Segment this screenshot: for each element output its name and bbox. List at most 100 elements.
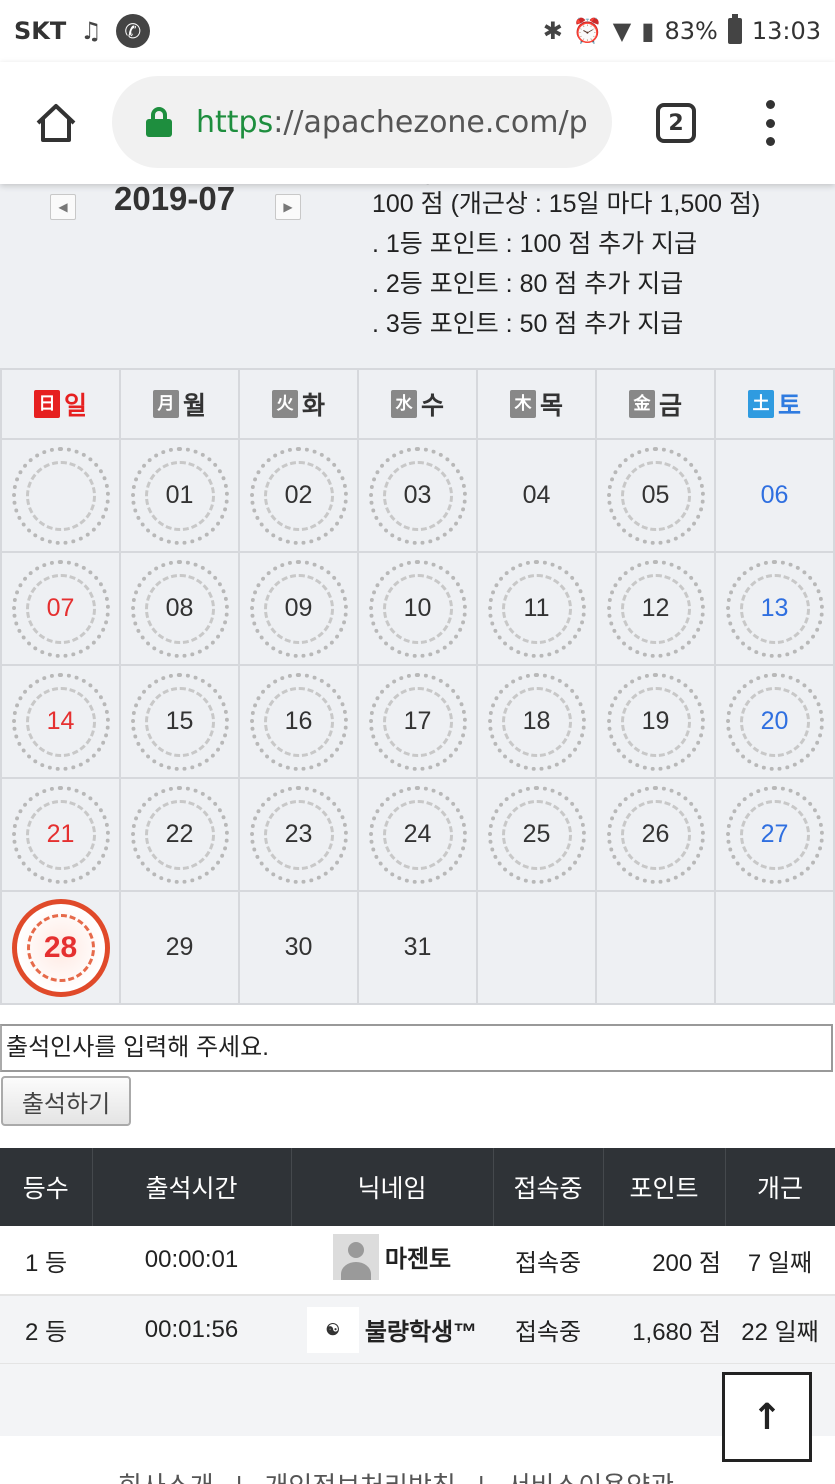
weekday-hanja-icon: 月 [152,390,179,418]
header-points: 포인트 [603,1148,726,1226]
header-online: 접속중 [493,1148,604,1226]
points-rules: . 출석 포인트 : 100 점 (개근상 : 15일 마다 1,500 점) … [372,184,760,344]
weekday-hanja-icon: 土 [747,390,774,418]
calendar-day: 21 [0,777,121,892]
day-number: 12 [641,594,670,622]
footer-separator: | [478,1471,485,1484]
weekday-label: 토 [777,391,801,420]
day-number: 07 [46,594,75,622]
calendar-day: 19 [595,664,716,779]
wifi-icon: ▼ [612,17,632,45]
attendance-info: ◀ 2019-07 ▶ . 출석 포인트 : 100 점 (개근상 : 15일 … [0,184,835,368]
weekday-label: 화 [301,391,325,420]
calendar-week: 01 02 03 04 05 06 [0,438,835,553]
header-nickname: 닉네임 [291,1148,494,1226]
current-month: 2019-07 [114,184,236,217]
calendar-day: 04 [476,438,597,553]
arrow-up-icon: ↑ [751,1396,783,1438]
calendar-week: 21 22 23 24 25 26 27 [0,777,835,892]
footer-link[interactable]: 서비스이용약관 [507,1471,674,1484]
calendar-day: 26 [595,777,716,892]
attendance-stamp-icon [11,446,110,545]
calendar-day: 03 [357,438,478,553]
footer-link[interactable]: 개인정보처리방침 [264,1471,455,1484]
greeting-input[interactable]: 출석인사를 입력해 주세요. [0,1024,833,1072]
day-number: 21 [46,820,75,848]
alarm-icon: ⏰ [572,17,603,45]
carrier-label: SKT [14,17,67,45]
day-number: 04 [522,481,551,509]
avatar [332,1233,379,1280]
home-icon [36,104,76,142]
day-number: 13 [760,594,789,622]
nickname-cell[interactable]: ☯ 불량학생™ [291,1295,493,1365]
calendar-day [476,890,597,1005]
calendar-day [595,890,716,1005]
header-streak: 개근 [725,1148,835,1226]
calendar-day: 13 [714,551,835,666]
next-month-button[interactable]: ▶ [275,194,301,220]
day-number: 15 [165,707,194,735]
prev-month-button[interactable]: ◀ [50,194,76,220]
calendar-day: 28 [0,890,121,1005]
calendar-week: 07 08 09 10 11 12 13 [0,551,835,666]
weekday-hanja-icon: 日 [33,390,60,418]
calendar-day: 09 [238,551,359,666]
calendar-day: 31 [357,890,478,1005]
calendar-day: 14 [0,664,121,779]
battery-percent: 83% [664,17,718,45]
nickname[interactable]: 불량학생™ [365,1312,477,1347]
calendar-day: 25 [476,777,597,892]
lock-icon [146,107,172,137]
weekday-hanja-icon: 木 [509,390,536,418]
calendar-day: 16 [238,664,359,779]
check-in-button[interactable]: 출석하기 [1,1076,131,1126]
online-cell: 접속중 [493,1295,603,1365]
time-cell: 00:01:56 [92,1295,291,1365]
home-button[interactable] [26,93,86,153]
points-rule: . 2등 포인트 : 80 점 추가 지급 [372,270,684,298]
battery-icon [727,14,742,44]
rank-cell: 2 등 [0,1295,92,1365]
rank-cell: 1 등 [0,1226,92,1296]
calendar-day: 10 [357,551,478,666]
day-number: 17 [403,707,432,735]
footer-separator: | [236,1471,243,1484]
weekday-label: 수 [420,391,444,420]
address-bar[interactable]: https://apachezone.com/p [112,76,612,168]
day-number: 22 [165,820,194,848]
calendar-day: 23 [238,777,359,892]
calendar-day: 29 [119,890,240,1005]
time-cell: 00:00:01 [92,1226,291,1296]
bluetooth-audio-icon: ♫ [80,17,102,45]
scroll-to-top-button[interactable]: ↑ [722,1372,812,1462]
weekday-label: 월 [182,391,206,420]
ranking-table: 등수 출석시간 닉네임 접속중 포인트 개근 1 등 00:00:01 마젠토 … [0,1148,835,1365]
day-number: 24 [403,820,432,848]
calendar-day: 30 [238,890,359,1005]
calendar-day: 06 [714,438,835,553]
weekday-header: 木목 [476,368,597,440]
calendar-week: 28 29 30 31 [0,890,835,1005]
calendar-day: 08 [119,551,240,666]
day-number: 01 [165,481,194,509]
weekday-header: 金금 [595,368,716,440]
nickname-cell[interactable]: 마젠토 [291,1226,493,1296]
footer-link[interactable]: 회사소개 [118,1471,214,1484]
weekday-header: 日일 [0,368,121,440]
calendar-day: 17 [357,664,478,779]
day-number: 09 [284,594,313,622]
nickname[interactable]: 마젠토 [385,1239,451,1274]
calendar-day: 24 [357,777,478,892]
weekday-header: 火화 [238,368,359,440]
tab-switcher-button[interactable]: 2 [656,103,696,143]
day-number: 30 [284,933,313,961]
overflow-menu-icon[interactable] [760,100,780,146]
taegeuk-flag-icon: ☯ [306,1306,359,1353]
calendar-day: 22 [119,777,240,892]
day-number: 23 [284,820,313,848]
header-rank: 등수 [0,1148,93,1226]
vibrate-icon: ✱ [542,17,563,45]
table-row: 2 등 00:01:56 ☯ 불량학생™ 접속중 1,680 점 22 일째 [0,1295,835,1365]
calendar-day: 11 [476,551,597,666]
